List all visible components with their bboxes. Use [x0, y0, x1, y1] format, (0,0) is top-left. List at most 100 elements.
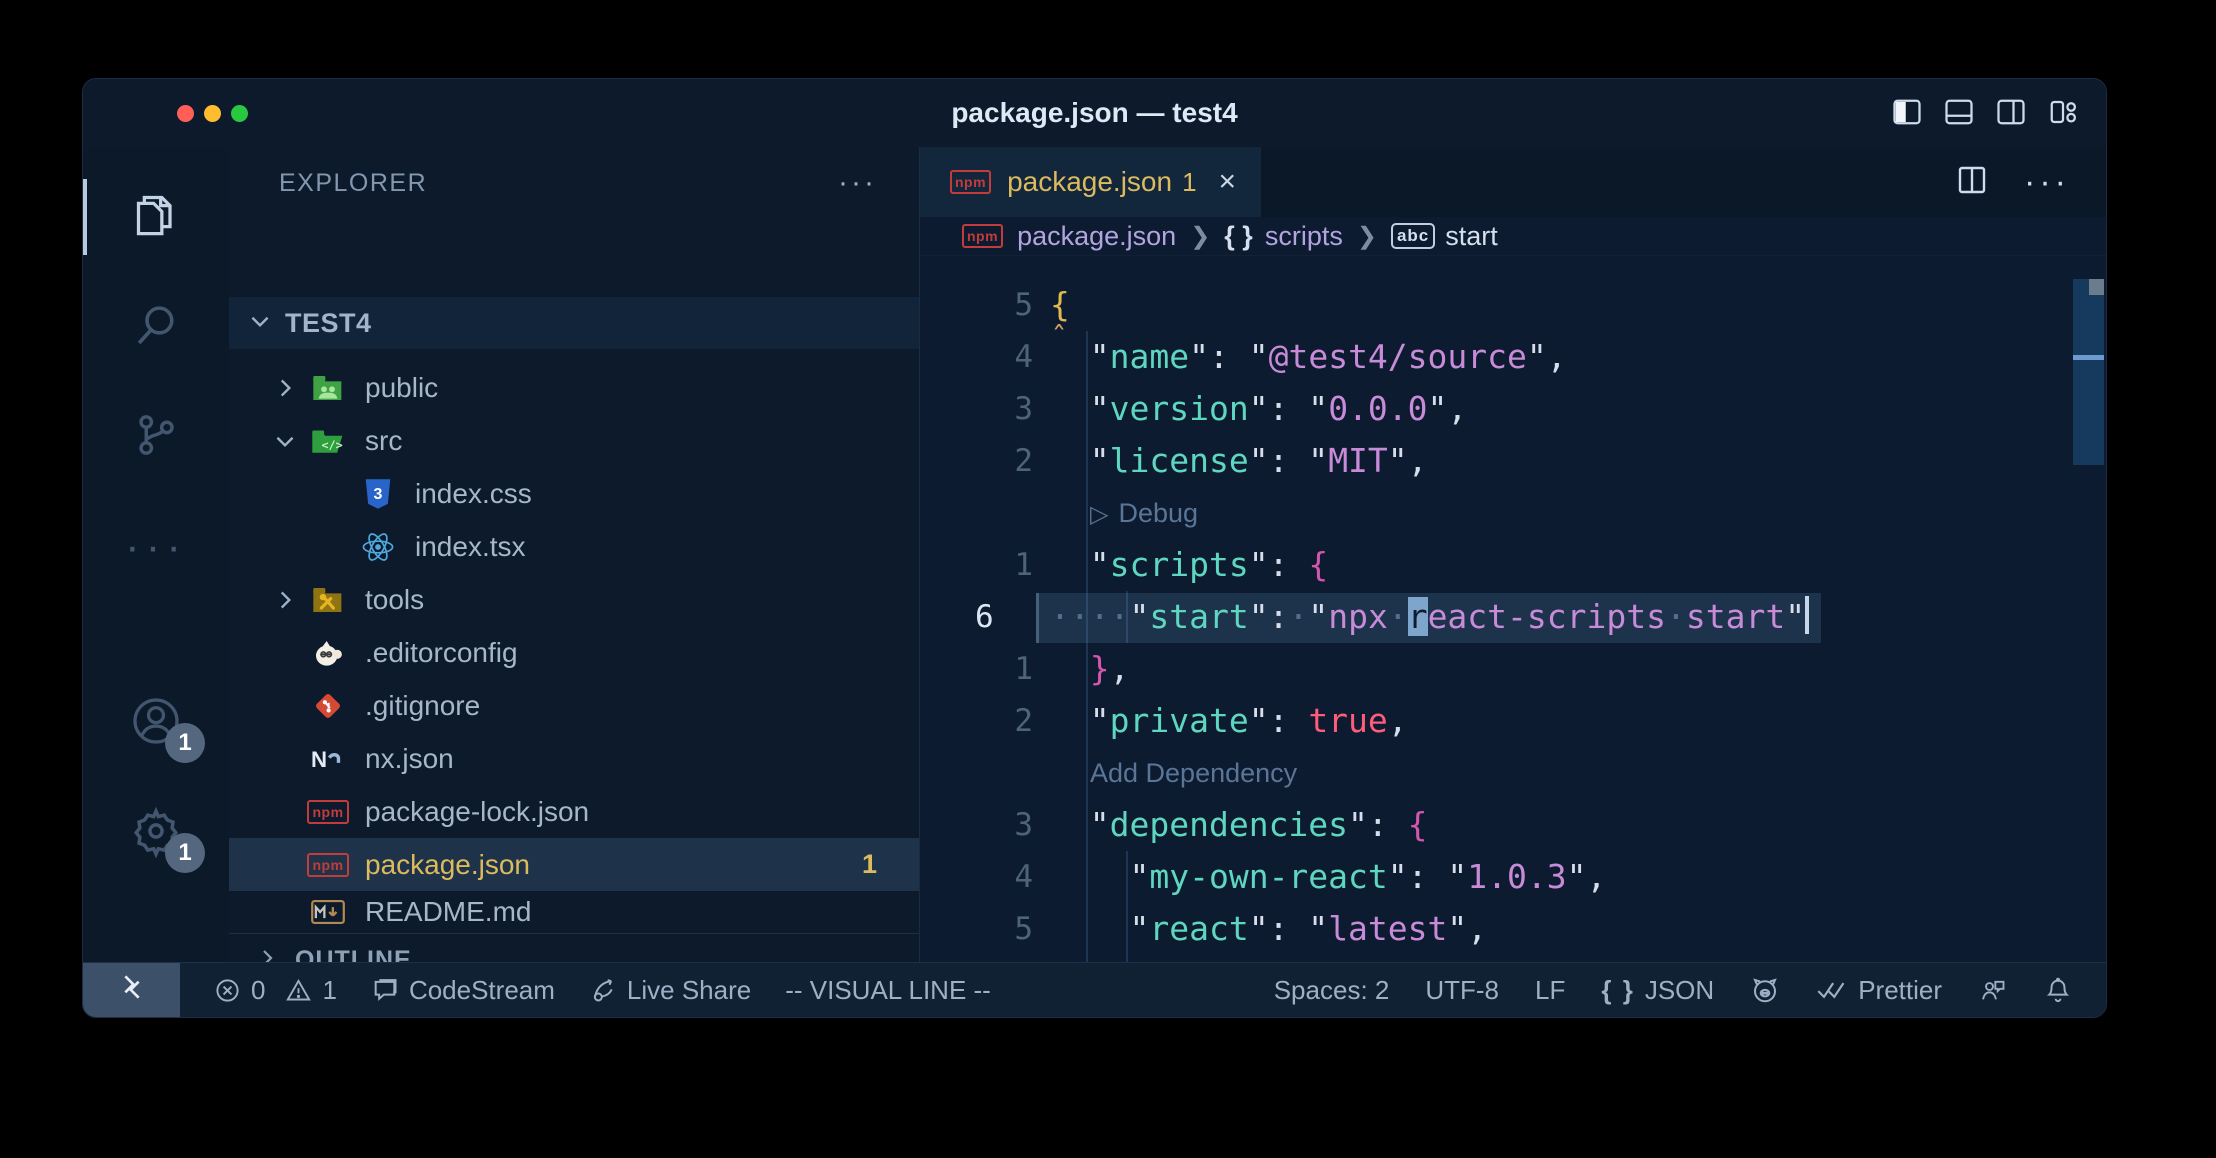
- code-line[interactable]: 1 },: [920, 643, 2106, 695]
- tree-item-package-lock-json[interactable]: npmpackage-lock.json: [229, 785, 919, 838]
- css3-icon: 3: [362, 478, 394, 510]
- code-text: "private": true,: [1050, 695, 1408, 747]
- chevron-down-icon: [247, 308, 273, 339]
- status-item-eol[interactable]: LF: [1535, 975, 1565, 1006]
- block-cursor: r: [1408, 597, 1428, 636]
- tree-item-readme-md[interactable]: README.md: [229, 891, 919, 933]
- line-number: 1: [920, 643, 1033, 695]
- tree-item-src[interactable]: </>src: [229, 414, 919, 467]
- tree-item-nx-json[interactable]: Nnx.json: [229, 732, 919, 785]
- modified-badge: 1: [862, 849, 877, 880]
- tree-item-tools[interactable]: tools: [229, 573, 919, 626]
- code-line[interactable]: 2 "private": true,: [920, 695, 2106, 747]
- status-item-errors[interactable]: 0: [214, 975, 265, 1006]
- breadcrumb-start[interactable]: start: [1445, 221, 1498, 252]
- code-line[interactable]: 3 "dependencies": {: [920, 799, 2106, 851]
- code-text: },: [1050, 643, 1130, 695]
- folder-public-icon: [312, 372, 344, 404]
- status-item-pig-extension[interactable]: [1750, 975, 1780, 1005]
- tree-item-index-css[interactable]: 3index.css: [229, 467, 919, 520]
- editorconfig-icon: [312, 637, 344, 669]
- npm-icon: npm: [950, 170, 991, 194]
- status-item-indentation[interactable]: Spaces: 2: [1274, 975, 1390, 1006]
- source-control-view-button[interactable]: [83, 387, 229, 487]
- settings-button[interactable]: 1: [83, 783, 229, 883]
- more-views-button[interactable]: ···: [83, 497, 229, 597]
- code-line[interactable]: 6····"start":·"npx·react-scripts·start": [920, 591, 2106, 643]
- indent-guide: [1086, 487, 1088, 539]
- braces-icon: { }: [1601, 975, 1634, 1006]
- file-label: .editorconfig: [365, 637, 518, 669]
- scrollbar-thumb[interactable]: [2073, 279, 2104, 465]
- status-item-feedback[interactable]: [1978, 976, 2008, 1004]
- more-actions-icon[interactable]: ···: [2024, 163, 2070, 202]
- chevron-right-icon: ❯: [1357, 222, 1377, 251]
- status-item-label: JSON: [1645, 975, 1714, 1006]
- activity-bar: ··· 1 1: [83, 147, 229, 963]
- status-item-label: CodeStream: [409, 975, 555, 1006]
- split-editor-icon[interactable]: [1956, 164, 1988, 201]
- status-item-encoding[interactable]: UTF-8: [1425, 975, 1499, 1006]
- accounts-button[interactable]: 1: [83, 673, 229, 773]
- editor-group: npm package.json 1 × ··· npm package.jso…: [920, 147, 2106, 963]
- explorer-more-actions-icon[interactable]: ···: [838, 166, 877, 200]
- chevron-right-icon: ❯: [1190, 222, 1210, 251]
- line-number: 5: [920, 279, 1033, 331]
- status-item-vim-mode[interactable]: -- VISUAL LINE --: [785, 975, 991, 1006]
- status-item-label: Live Share: [627, 975, 751, 1006]
- codelens-row[interactable]: Add Dependency: [920, 747, 2106, 799]
- tab-dirty-count: 1: [1182, 167, 1196, 198]
- code-line[interactable]: 4 "my-own-react": "1.0.3",: [920, 851, 2106, 903]
- code-line[interactable]: 4 "name": "@test4/source",: [920, 331, 2106, 383]
- close-icon[interactable]: ×: [1219, 165, 1237, 199]
- breadcrumb-file[interactable]: package.json: [1017, 221, 1176, 252]
- code-line[interactable]: 1 "scripts": {: [920, 539, 2106, 591]
- markdown-icon: [312, 896, 344, 928]
- current-line-number: 6: [920, 591, 1033, 643]
- line-number: 3: [920, 799, 1033, 851]
- codelens-action[interactable]: Add Dependency: [1090, 747, 1297, 799]
- toggle-panel-icon[interactable]: [1944, 97, 1974, 127]
- tab-package-json[interactable]: npm package.json 1 ×: [920, 147, 1261, 217]
- status-item-live-share[interactable]: Live Share: [589, 975, 751, 1006]
- codelens-action[interactable]: ▷Debug: [1090, 487, 1198, 541]
- breadcrumb-scripts[interactable]: scripts: [1265, 221, 1343, 252]
- code-line[interactable]: 5 "react": "latest",: [920, 903, 2106, 955]
- remote-icon: [116, 971, 148, 1010]
- svg-text:3: 3: [374, 485, 383, 502]
- code-area[interactable]: 5{ˆ4 "name": "@test4/source",3 "version"…: [920, 255, 2106, 963]
- npm-icon: npm: [312, 796, 344, 828]
- search-view-button[interactable]: [83, 277, 229, 377]
- bell-icon: [2044, 975, 2072, 1005]
- status-item-label: UTF-8: [1425, 975, 1499, 1006]
- remote-indicator[interactable]: [83, 963, 180, 1017]
- code-line[interactable]: 2 "license": "MIT",: [920, 435, 2106, 487]
- code-line[interactable]: 5{ˆ: [920, 279, 2106, 331]
- status-item-warnings[interactable]: 1: [285, 975, 336, 1006]
- status-item-notifications[interactable]: [2044, 975, 2072, 1005]
- vscode-window: package.json — test4 ··· 1: [82, 78, 2107, 1018]
- tree-item--editorconfig[interactable]: .editorconfig: [229, 626, 919, 679]
- tree-root-test4[interactable]: TEST4: [229, 297, 919, 349]
- feedback-person-icon: [1978, 976, 2008, 1004]
- code-text: "name": "@test4/source",: [1050, 331, 1567, 383]
- status-item-codestream[interactable]: CodeStream: [371, 975, 555, 1006]
- tree-item-public[interactable]: public: [229, 361, 919, 414]
- file-label: tools: [365, 584, 424, 616]
- status-item-language-mode[interactable]: { } JSON: [1601, 975, 1714, 1006]
- status-item-prettier[interactable]: Prettier: [1816, 975, 1942, 1006]
- codestream-icon: [371, 976, 399, 1004]
- code-line[interactable]: 3 "version": "0.0.0",: [920, 383, 2106, 435]
- tree-item-package-json[interactable]: npmpackage.json1: [229, 838, 919, 891]
- codelens-row[interactable]: ▷Debug: [920, 487, 2106, 539]
- tree-item-index-tsx[interactable]: index.tsx: [229, 520, 919, 573]
- tree-item--gitignore[interactable]: .gitignore: [229, 679, 919, 732]
- line-number: 4: [920, 331, 1033, 383]
- file-label: public: [365, 372, 438, 404]
- customize-layout-icon[interactable]: [2048, 97, 2078, 127]
- explorer-view-button[interactable]: [83, 167, 229, 267]
- toggle-secondary-sidebar-icon[interactable]: [1996, 97, 2026, 127]
- error-icon: [214, 977, 241, 1004]
- svg-text:N: N: [311, 746, 327, 771]
- toggle-sidebar-icon[interactable]: [1892, 97, 1922, 127]
